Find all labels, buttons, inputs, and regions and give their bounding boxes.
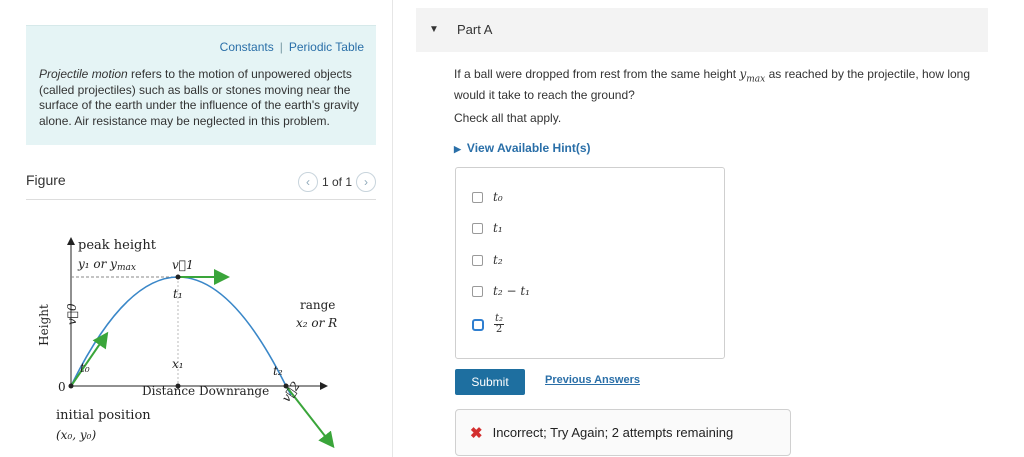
hint-label: View Available Hint(s) — [466, 141, 591, 155]
origin-label: 0 — [58, 380, 66, 394]
ymax-var: ymax — [739, 67, 766, 85]
projectile-diagram: peak height y₁ or ymax Height v⃗0 v⃗1 t₁… — [37, 237, 337, 449]
constants-link[interactable]: Constants — [220, 40, 274, 54]
choice-t2-minus-t1[interactable]: t₂ − t₁ — [472, 284, 530, 298]
v2-label: v⃗2 — [279, 379, 303, 405]
figure-title: Figure — [26, 172, 66, 188]
intro-text: Projectile motion refers to the motion o… — [39, 67, 361, 129]
instruction-text: Check all that apply. — [454, 111, 562, 125]
range-value-label: x₂ or R — [296, 316, 337, 330]
t0-label: t₀ — [80, 361, 90, 375]
choice-label: t₀ — [493, 190, 503, 204]
projectile-figure: peak height y₁ or ymax Height v⃗0 v⃗1 t₁… — [26, 225, 376, 455]
part-panel: ▼ Part A If a ball were dropped from res… — [416, 0, 988, 457]
height-axis-label: Height — [37, 304, 51, 346]
figure-pager: ‹ 1 of 1 › — [297, 172, 376, 192]
choice-label: t₁ — [493, 221, 503, 235]
initial-position-label: initial position — [56, 408, 151, 423]
figure-header: Figure ‹ 1 of 1 › — [26, 170, 376, 200]
t1-label: t₁ — [173, 287, 183, 301]
peak-point — [175, 274, 181, 280]
intro-links: Constants | Periodic Table — [220, 40, 364, 54]
intro-lead: Projectile motion — [39, 67, 128, 81]
submit-button[interactable]: Submit — [455, 369, 525, 395]
checkbox[interactable] — [472, 285, 483, 297]
feedback-text: Incorrect; Try Again; 2 attempts remaini… — [492, 425, 734, 440]
question-text: If a ball were dropped from rest from th… — [454, 67, 994, 103]
checkbox-focused[interactable] — [472, 318, 484, 331]
peak-label: peak height — [78, 238, 157, 253]
x1-label: x₁ — [172, 357, 184, 371]
view-hints-link[interactable]: ▶ View Available Hint(s) — [454, 141, 591, 155]
caret-down-icon[interactable]: ▼ — [429, 24, 439, 35]
choices-box: t₀ t₁ t₂ t₂ − t₁ t₂ 2 — [455, 167, 725, 359]
choice-t2-over-2[interactable]: t₂ 2 — [472, 313, 505, 335]
origin-point — [68, 383, 74, 389]
feedback-box: ✖ Incorrect; Try Again; 2 attempts remai… — [455, 409, 791, 456]
choice-t2[interactable]: t₂ — [472, 253, 503, 267]
panel-divider — [392, 0, 393, 457]
t2-label: t₂ — [273, 364, 283, 378]
choice-t1[interactable]: t₁ — [472, 221, 503, 235]
problem-panel: Constants | Periodic Table Projectile moti… — [26, 0, 376, 457]
choice-fraction: t₂ 2 — [494, 313, 505, 335]
question-part-a: If a ball were dropped from rest from th… — [454, 67, 740, 81]
chevron-right-icon[interactable]: › — [356, 172, 376, 192]
part-title: Part A — [457, 22, 493, 37]
x-icon: ✖ — [470, 424, 483, 442]
choice-label: t₂ − t₁ — [493, 284, 530, 298]
caret-right-icon: ▶ — [454, 144, 461, 154]
link-separator: | — [279, 40, 283, 54]
choice-label: t₂ — [493, 253, 503, 267]
downrange-label: Distance Downrange — [142, 384, 269, 398]
checkbox[interactable] — [472, 191, 483, 203]
choice-t0[interactable]: t₀ — [472, 190, 503, 204]
chevron-left-icon[interactable]: ‹ — [297, 172, 318, 192]
v0-label: v⃗0 — [65, 303, 79, 325]
pager-text: 1 of 1 — [321, 175, 352, 189]
peak-sub-label: y₁ or ymax — [77, 257, 136, 273]
v1-label: v⃗1 — [172, 258, 194, 272]
intro-box: Constants | Periodic Table Projectile moti… — [26, 25, 376, 145]
checkbox[interactable] — [472, 222, 483, 234]
checkbox[interactable] — [472, 254, 483, 266]
range-label: range — [300, 298, 335, 312]
part-a-header[interactable]: ▼ Part A — [416, 8, 988, 52]
previous-answers-link[interactable]: Previous Answers — [545, 374, 640, 386]
periodic-table-link[interactable]: Periodic Table — [289, 40, 364, 54]
initial-position-coords: (x₀, y₀) — [56, 428, 96, 442]
